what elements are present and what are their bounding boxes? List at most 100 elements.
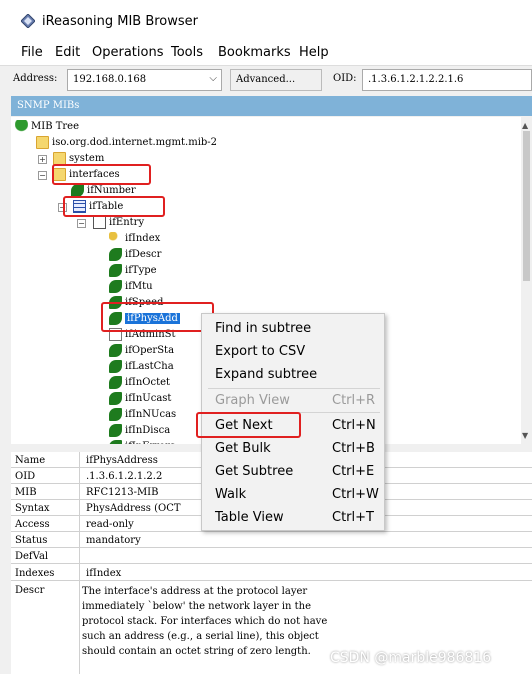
- menu-item-get-next[interactable]: Get Next: [215, 418, 273, 433]
- folder-icon: [53, 168, 66, 181]
- collapse-minus-icon[interactable]: −: [77, 219, 86, 228]
- tree-node-ifdescr[interactable]: ifDescr: [109, 247, 161, 263]
- property-key: Access: [15, 519, 50, 530]
- window-title: iReasoning MIB Browser: [42, 14, 199, 29]
- tree-node-ifinerrors[interactable]: ifInErrors: [109, 439, 175, 444]
- shortcut-get-bulk: Ctrl+B: [332, 441, 375, 456]
- tree-node-mib-tree[interactable]: MIB Tree: [15, 119, 79, 135]
- shortcut-walk: Ctrl+W: [332, 487, 379, 502]
- folder-icon: [36, 136, 49, 149]
- tree-node-iftype[interactable]: ifType: [109, 263, 157, 279]
- menu-item-export-csv[interactable]: Export to CSV: [215, 344, 305, 359]
- scroll-thumb[interactable]: [523, 131, 530, 281]
- menu-tools[interactable]: Tools: [171, 45, 203, 60]
- menu-item-graph-view: Graph View: [215, 393, 290, 408]
- table-row: Indexes ifIndex: [11, 564, 532, 581]
- property-value: PhysAddress (OCT: [86, 503, 181, 514]
- tree-node-mib-2[interactable]: iso.org.dod.internet.mgmt.mib-2: [36, 135, 217, 151]
- collapse-minus-icon[interactable]: −: [38, 171, 47, 180]
- address-label: Address:: [13, 73, 58, 84]
- tree-node-ifinucastpkts[interactable]: ifInUcast: [109, 391, 171, 407]
- tree-node-ifadminstatus[interactable]: ifAdminSt: [109, 327, 176, 343]
- folder-icon: [53, 152, 66, 165]
- tree-node-ifindex[interactable]: ifIndex: [109, 231, 160, 247]
- leaf-icon: [109, 264, 122, 277]
- tree-scrollbar[interactable]: ▲ ▼: [521, 117, 532, 444]
- leaf-icon: [109, 280, 122, 293]
- menu-item-expand-subtree[interactable]: Expand subtree: [215, 367, 317, 382]
- property-key: Status: [15, 535, 48, 546]
- tree-node-ifoperstatus[interactable]: ifOperSta: [109, 343, 174, 359]
- table-row: Status mandatory: [11, 532, 532, 548]
- menu-file[interactable]: File: [21, 45, 43, 60]
- menu-item-get-subtree[interactable]: Get Subtree: [215, 464, 293, 479]
- description-text: The interface's address at the protocol …: [82, 586, 328, 657]
- tree-node-ifinnucastpkts[interactable]: ifInNUcas: [109, 407, 176, 423]
- property-key: Indexes: [15, 568, 55, 579]
- menu-item-get-bulk[interactable]: Get Bulk: [215, 441, 271, 456]
- leaf-icon: [109, 408, 122, 421]
- property-key: Syntax: [15, 503, 50, 514]
- expand-plus-icon[interactable]: +: [38, 155, 47, 164]
- address-combobox[interactable]: 192.168.0.168 ⌵: [67, 69, 222, 91]
- shortcut-get-next: Ctrl+N: [332, 418, 376, 433]
- tree-node-ifentry[interactable]: ifEntry: [93, 215, 144, 231]
- leaf-icon: [109, 248, 122, 261]
- address-value: 192.168.0.168: [73, 74, 147, 85]
- leaf-icon: [109, 360, 122, 373]
- chevron-down-icon[interactable]: ⌵: [209, 73, 217, 84]
- property-value: RFC1213-MIB: [86, 487, 159, 498]
- tree-node-iftable[interactable]: ifTable: [73, 199, 123, 215]
- key-icon: [109, 232, 122, 245]
- menu-bookmarks[interactable]: Bookmarks: [218, 45, 291, 60]
- tree-node-ifinoctets[interactable]: ifInOctet: [109, 375, 170, 391]
- tree-node-ifphysaddress[interactable]: ifPhysAdd: [109, 311, 180, 327]
- property-key: MIB: [15, 487, 37, 498]
- app-diamond-icon: [21, 14, 35, 28]
- table-row: DefVal: [11, 548, 532, 564]
- tree-node-system[interactable]: system: [53, 151, 104, 167]
- tree-node-ifindiscards[interactable]: ifInDisca: [109, 423, 170, 439]
- shortcut-get-subtree: Ctrl+E: [332, 464, 375, 479]
- leaf-icon: [109, 344, 122, 357]
- property-key: Name: [15, 455, 46, 466]
- oid-value: .1.3.6.1.2.1.2.2.1.6: [368, 74, 464, 85]
- menu-separator: [208, 412, 380, 413]
- menu-help[interactable]: Help: [299, 45, 329, 60]
- entry-icon: [93, 216, 106, 229]
- edit-icon: [109, 328, 122, 341]
- property-key: DefVal: [15, 551, 49, 562]
- tree-node-ifnumber[interactable]: ifNumber: [71, 183, 136, 199]
- menu-bar: File Edit Operations Tools Bookmarks Hel…: [0, 40, 532, 66]
- menu-item-find-in-subtree[interactable]: Find in subtree: [215, 321, 311, 336]
- menu-item-walk[interactable]: Walk: [215, 487, 246, 502]
- property-value: ifIndex: [86, 568, 122, 579]
- property-key: Descr: [15, 585, 45, 596]
- tree-node-ifmtu[interactable]: ifMtu: [109, 279, 153, 295]
- scroll-down-icon[interactable]: ▼: [522, 431, 528, 440]
- tree-node-interfaces[interactable]: interfaces: [53, 167, 120, 183]
- leaf-icon: [109, 440, 122, 444]
- oid-label: OID:: [333, 73, 357, 84]
- menu-operations[interactable]: Operations: [92, 45, 163, 60]
- menu-item-table-view[interactable]: Table View: [215, 510, 284, 525]
- tree-node-ifspeed[interactable]: ifSpeed: [109, 295, 163, 311]
- table-icon: [73, 200, 86, 213]
- property-value: ifPhysAddress: [86, 455, 158, 466]
- property-key: OID: [15, 471, 36, 482]
- leaf-icon: [109, 296, 122, 309]
- tree-icon: [15, 120, 28, 133]
- scroll-up-icon[interactable]: ▲: [522, 121, 528, 130]
- property-value: read-only: [86, 519, 134, 530]
- shortcut-table-view: Ctrl+T: [332, 510, 374, 525]
- leaf-icon: [109, 312, 122, 325]
- advanced-button[interactable]: Advanced...: [230, 69, 322, 91]
- menu-edit[interactable]: Edit: [55, 45, 80, 60]
- leaf-icon: [109, 424, 122, 437]
- collapse-minus-icon[interactable]: −: [58, 203, 67, 212]
- address-toolbar: Address: 192.168.0.168 ⌵ Advanced... OID…: [0, 66, 532, 94]
- advanced-button-label: Advanced...: [236, 74, 296, 85]
- oid-field[interactable]: .1.3.6.1.2.1.2.2.1.6: [362, 69, 532, 91]
- snmp-mibs-header: SNMP MIBs: [11, 96, 532, 116]
- tree-node-iflastchange[interactable]: ifLastCha: [109, 359, 174, 375]
